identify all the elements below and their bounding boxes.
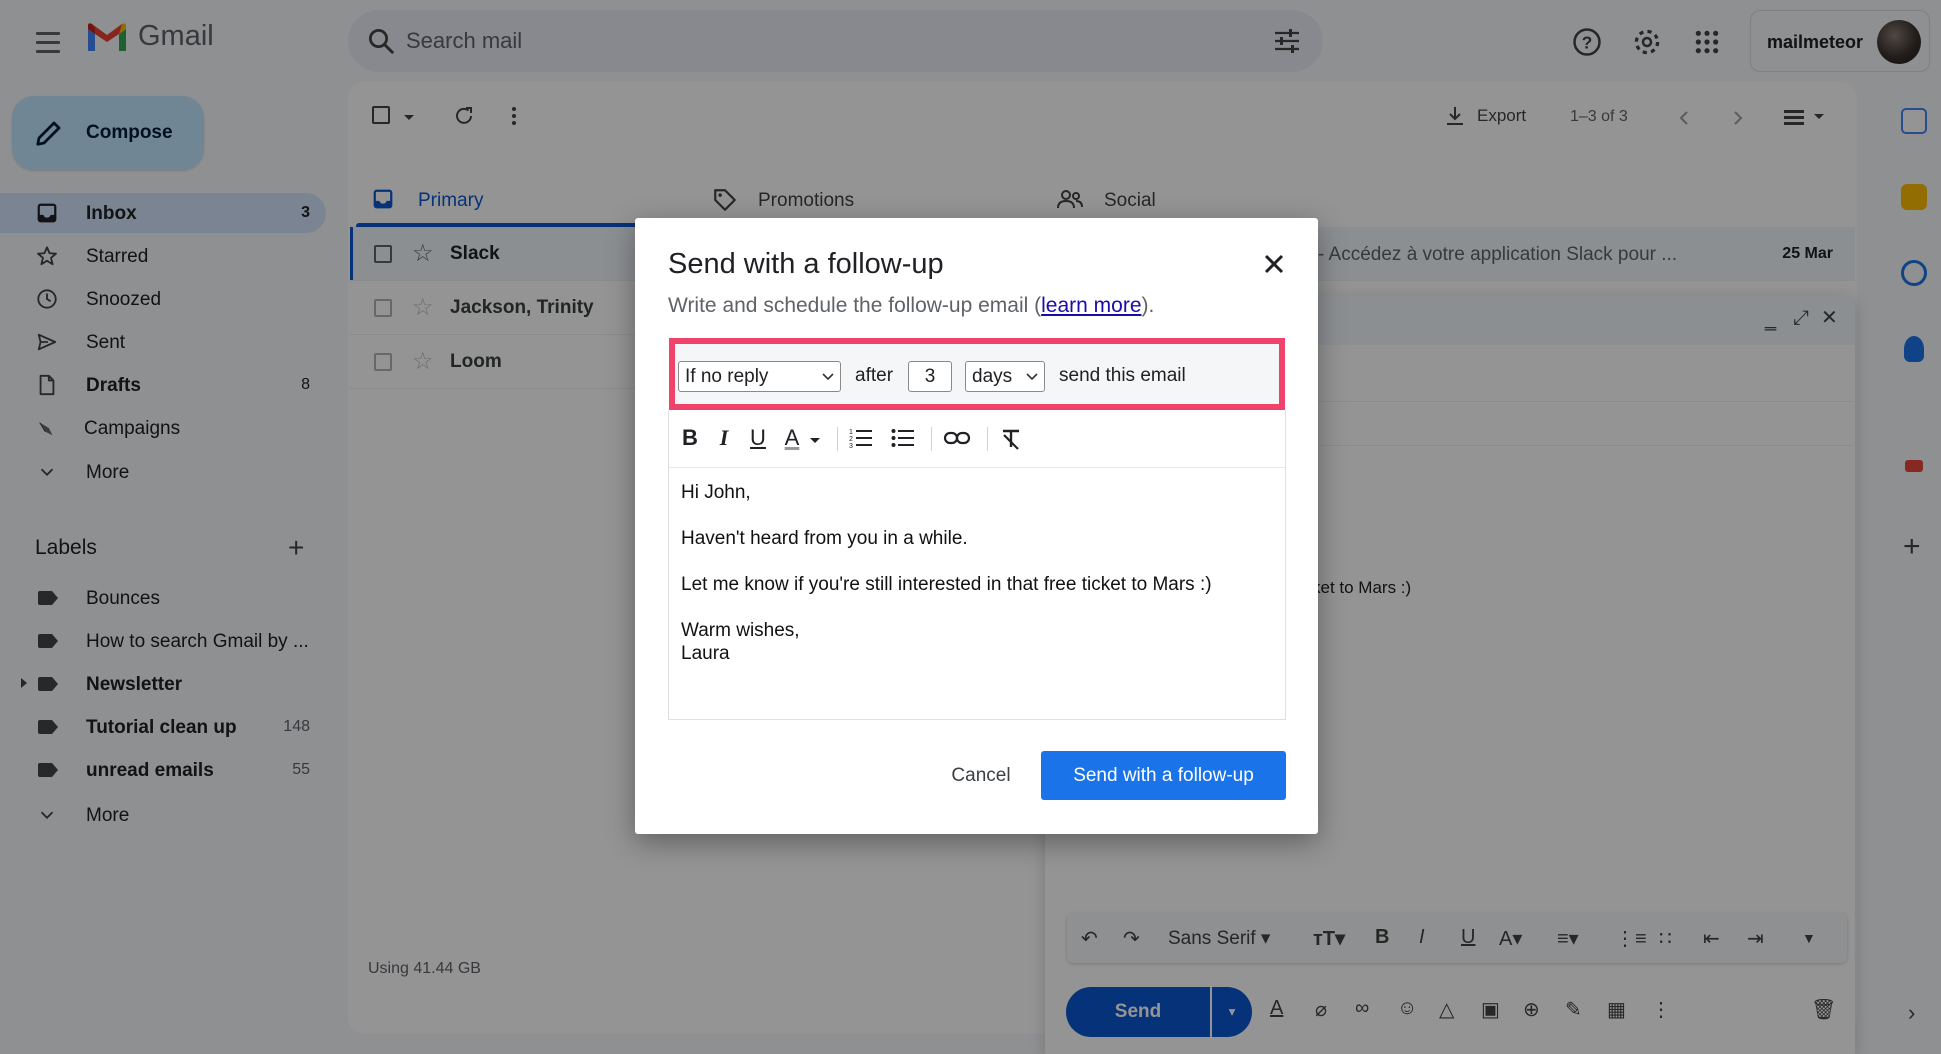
toolbar-separator — [987, 427, 988, 451]
dialog-title: Send with a follow-up — [668, 248, 944, 280]
send-with-follow-up-button[interactable]: Send with a follow-up — [1041, 751, 1286, 800]
follow-up-dialog: Send with a follow-up Write and schedule… — [635, 218, 1318, 834]
body-line-1: Haven't heard from you in a while. — [681, 528, 968, 549]
toolbar-separator — [931, 427, 932, 451]
follow-up-rule: If no reply after days send this email — [669, 338, 1285, 410]
unit-select[interactable]: days — [965, 361, 1045, 392]
close-icon[interactable] — [1258, 248, 1290, 280]
link-icon[interactable] — [943, 430, 971, 446]
svg-text:2: 2 — [849, 436, 853, 443]
condition-value: If no reply — [685, 366, 769, 387]
learn-more-link[interactable]: learn more — [1041, 294, 1141, 317]
italic-icon[interactable]: I — [709, 423, 739, 453]
clear-formatting-icon[interactable] — [999, 428, 1023, 450]
text-color-icon[interactable]: A — [777, 423, 807, 453]
dialog-subtitle: Write and schedule the follow-up email (… — [668, 294, 1154, 318]
cancel-button[interactable]: Cancel — [926, 752, 1036, 800]
chevron-down-icon — [822, 373, 834, 381]
bulleted-list-icon[interactable] — [891, 427, 915, 449]
body-closing: Warm wishes, — [681, 620, 800, 641]
subtitle-end: ). — [1141, 294, 1155, 317]
condition-select[interactable]: If no reply — [678, 361, 841, 392]
body-greeting: Hi John, — [681, 482, 751, 503]
numbered-list-icon[interactable]: 123 — [849, 427, 873, 449]
follow-up-editor: B I U A 123 Hi John, Haven't heard from … — [668, 410, 1286, 720]
svg-text:3: 3 — [849, 443, 853, 449]
chevron-down-icon — [1026, 373, 1038, 381]
editor-toolbar: B I U A 123 — [669, 410, 1285, 468]
body-line-2: Let me know if you're still interested i… — [681, 574, 1212, 595]
underline-icon[interactable]: U — [743, 423, 773, 453]
send-text: send this email — [1059, 365, 1186, 386]
chevron-down-icon[interactable] — [809, 437, 821, 445]
toolbar-separator — [837, 427, 838, 451]
unit-value: days — [972, 366, 1013, 387]
svg-text:1: 1 — [849, 429, 853, 436]
subtitle-text: Write and schedule the follow-up email ( — [668, 294, 1042, 317]
bold-icon[interactable]: B — [675, 423, 705, 453]
after-label: after — [855, 365, 894, 386]
body-signature: Laura — [681, 643, 730, 664]
delay-input[interactable] — [908, 361, 952, 392]
